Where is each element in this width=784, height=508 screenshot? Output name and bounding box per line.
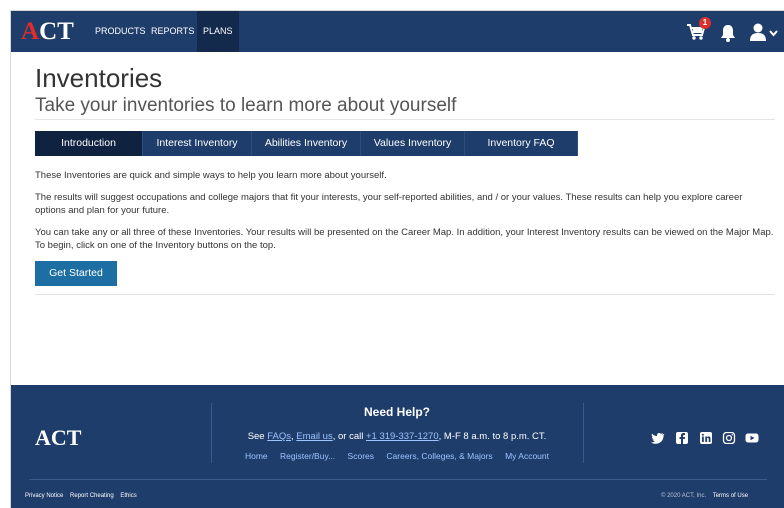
tab-abilities-inventory[interactable]: Abilities Inventory [252, 131, 361, 156]
footer-rule [29, 479, 767, 480]
footer-act-logo[interactable]: ACT [35, 425, 81, 451]
footer-link-scores[interactable]: Scores [348, 451, 374, 461]
facebook-icon[interactable] [675, 432, 689, 444]
nav-plans[interactable]: PLANS [197, 11, 239, 52]
intro-paragraph: These Inventories are quick and simple w… [35, 170, 387, 181]
need-help-heading: Need Help? [363, 405, 430, 419]
get-started-button[interactable]: Get Started [35, 261, 117, 286]
tab-introduction[interactable]: Introduction [35, 131, 143, 156]
instructions-paragraph: You can take any or all three of these I… [35, 227, 774, 251]
tab-interest-inventory[interactable]: Interest Inventory [143, 131, 252, 156]
act-logo[interactable]: ACT [21, 18, 74, 46]
nav-reports[interactable]: REPORTS [145, 11, 200, 52]
privacy-notice-link[interactable]: Privacy Notice [25, 493, 63, 499]
footer-copyright: © 2020 ACT, Inc. Terms of Use [661, 493, 753, 499]
footer-legal-links: Privacy Notice Report Cheating Ethics [25, 493, 142, 499]
bell-icon[interactable] [719, 23, 737, 43]
page-title: Inventories [35, 63, 163, 93]
results-paragraph: The results will suggest occupations and… [35, 192, 743, 216]
instagram-icon[interactable] [722, 432, 736, 444]
footer: ACT Need Help? See FAQs, Email us, or ca… [11, 385, 784, 508]
nav-products[interactable]: PRODUCTS [89, 11, 152, 52]
footer-link-my-account[interactable]: My Account [505, 451, 549, 461]
email-us-link[interactable]: Email us [296, 431, 332, 442]
cart-count-badge: 1 [699, 17, 711, 29]
top-navbar: ACT PRODUCTS REPORTS PLANS 1 [11, 11, 784, 52]
footer-link-register[interactable]: Register/Buy... [280, 451, 335, 461]
faqs-link[interactable]: FAQs [267, 431, 291, 442]
tab-inventory-faq[interactable]: Inventory FAQ [465, 131, 578, 156]
footer-links: Home Register/Buy... Scores Careers, Col… [211, 451, 583, 461]
twitter-icon[interactable] [651, 432, 665, 444]
phone-link[interactable]: +1 319-337-1270 [366, 431, 439, 442]
footer-link-home[interactable]: Home [245, 451, 268, 461]
header-divider [35, 119, 775, 120]
copyright-text: © 2020 ACT, Inc. [661, 493, 707, 499]
terms-of-use-link[interactable]: Terms of Use [713, 493, 748, 499]
user-menu-icon[interactable] [749, 22, 779, 42]
page-subtitle: Take your inventories to learn more abou… [35, 95, 457, 116]
content-divider [35, 294, 775, 295]
tab-values-inventory[interactable]: Values Inventory [361, 131, 465, 156]
linkedin-icon[interactable] [699, 432, 713, 444]
footer-link-careers[interactable]: Careers, Colleges, & Majors [386, 451, 492, 461]
ethics-link[interactable]: Ethics [120, 493, 136, 499]
help-contact-line: See FAQs, Email us, or call +1 319-337-1… [247, 431, 547, 442]
footer-divider-right [583, 403, 584, 463]
youtube-icon[interactable] [745, 432, 759, 444]
app-window: ACT PRODUCTS REPORTS PLANS 1 Inventories… [10, 10, 784, 508]
inventory-tabs: Introduction Interest Inventory Abilitie… [35, 131, 578, 156]
report-cheating-link[interactable]: Report Cheating [70, 493, 114, 499]
